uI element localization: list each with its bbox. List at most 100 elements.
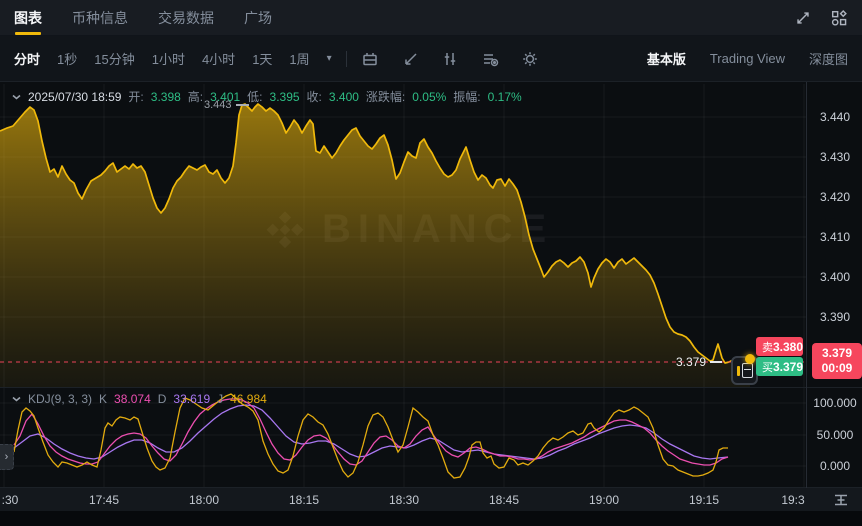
kdj-expand-glyph: › [5,451,9,463]
kdj-collapse-chevron-icon[interactable] [12,396,21,402]
price-line [0,104,750,363]
ohlc-readout: 2025/07/30 18:59 开: 3.398 高: 3.401 低: 3.… [12,88,522,105]
chart-style-icon[interactable] [361,50,379,68]
amplitude-label: 振幅: [453,88,480,105]
tab-square-label: 广场 [244,8,272,28]
axis-tick: 50.000 [807,428,862,442]
tab-coin-info-label: 币种信息 [72,8,128,28]
tab-trading-data-label: 交易数据 [158,8,214,28]
interval-1d[interactable]: 1天 [252,49,272,68]
time-tick: 19:15 [689,493,719,507]
close-value: 3.400 [329,90,359,104]
indicator-list-icon[interactable] [481,50,499,68]
interval-1w[interactable]: 1周 [289,49,309,68]
price-area-fill [0,104,750,388]
view-basic[interactable]: 基本版 [647,49,686,68]
axis-tick: 3.390 [807,310,862,324]
tab-trading-data[interactable]: 交易数据 [158,0,214,35]
kdj-k-label: K [99,392,107,406]
watermark-text: BINANCE [322,207,553,252]
time-tick: 18:00 [189,493,219,507]
sell-price: 3.380 [773,340,803,354]
indicators-icon[interactable] [441,50,459,68]
time-tick: 17:45 [89,493,119,507]
time-tick: 18:45 [489,493,519,507]
interval-time[interactable]: 分时 [14,49,40,68]
binance-logo-icon [262,206,308,252]
kdj-readout: KDJ(9, 3, 3) K 38.074 D 33.619 J 46.984 [12,392,267,406]
axis-tick: 3.400 [807,270,862,284]
time-tick: 19:00 [589,493,619,507]
chart-toolbar: 分时 1秒 15分钟 1小时 4小时 1天 1周 ▾ 基本版 [0,36,862,82]
kdj-d-label: D [158,392,167,406]
interval-1s[interactable]: 1秒 [57,49,77,68]
axis-badge-countdown: 00:09 [822,361,853,376]
settings-gear-icon[interactable] [521,50,539,68]
open-value: 3.398 [151,90,181,104]
interval-dropdown-caret[interactable]: ▾ [327,53,332,64]
time-tick: 18:30 [389,493,419,507]
high-value: 3.401 [210,90,240,104]
interval-4h[interactable]: 4小时 [202,49,235,68]
change-value: 0.05% [412,90,446,104]
kdj-d-line [14,405,728,459]
toolbar-divider [346,51,347,67]
change-label: 涨跌幅: [366,88,405,105]
tab-chart[interactable]: 图表 [14,0,42,35]
time-tick: 18:15 [289,493,319,507]
kdj-k-line [14,399,728,465]
order-icon-doc [742,363,753,378]
last-trade-dot [745,354,755,364]
last-price-line-label: 3.379 [676,355,722,369]
amplitude-value: 0.17% [488,90,522,104]
kdj-j-label: J [217,392,223,406]
close-label: 收: [307,88,322,105]
axis-badge-price: 3.379 [822,346,852,361]
axis-tick: 100.000 [807,396,862,410]
axis-tick: 0.000 [807,459,862,473]
kdj-expand-handle[interactable]: › [0,444,14,470]
gridlines [0,84,806,487]
toolbar-icons [361,50,539,68]
bottom-strip [0,511,862,526]
ohlc-datetime: 2025/07/30 18:59 [28,90,121,104]
trading-chart-app: 图表 币种信息 交易数据 广场 分时 1秒 15分钟 1小时 4小时 1天 1周… [0,0,862,526]
low-value: 3.395 [270,90,300,104]
buy-quote-badge[interactable]: 买 3.379 [756,357,803,376]
view-tradingview[interactable]: Trading View [710,51,785,66]
interval-1h[interactable]: 1小时 [152,49,185,68]
time-tick-labels: :30 17:45 18:00 18:15 18:30 18:45 19:00 19:15 19… [0,488,806,511]
time-tick: 19:3 [781,493,804,507]
axis-tick: 3.420 [807,190,862,204]
kdj-title[interactable]: KDJ(9, 3, 3) [28,392,92,406]
low-label: 低: [247,88,262,105]
pane-separator[interactable] [0,387,862,388]
kdj-j-value: 46.984 [230,392,267,406]
time-axis[interactable]: :30 17:45 18:00 18:15 18:30 18:45 19:00 19:15 19… [0,488,862,511]
buy-price: 3.379 [773,360,803,374]
tab-chart-label: 图表 [14,8,42,28]
binance-watermark: BINANCE [262,206,553,252]
axis-tick: 3.410 [807,230,862,244]
collapse-chevron-icon[interactable] [12,94,21,100]
kdj-d-value: 33.619 [173,392,210,406]
last-price-axis-badge: 3.379 00:09 [812,343,862,379]
high-label: 高: [188,88,203,105]
draw-trendline-icon[interactable] [401,50,419,68]
tab-square[interactable]: 广场 [244,0,272,35]
sell-label: 卖 [762,339,773,355]
order-icon-bar [737,366,740,376]
last-price-line-value: 3.379 [676,355,706,369]
sell-quote-badge[interactable]: 卖 3.380 [756,337,803,356]
price-axis[interactable]: 3.440 3.430 3.420 3.410 3.400 3.390 100.000 50.… [806,82,862,511]
buy-label: 买 [762,359,773,375]
top-nav: 图表 币种信息 交易数据 广场 [0,0,862,36]
axis-tick: 3.430 [807,150,862,164]
kdj-k-value: 38.074 [114,392,151,406]
kdj-j-line [14,394,728,478]
axis-tick: 3.440 [807,110,862,124]
interval-15m[interactable]: 15分钟 [94,49,134,68]
open-label: 开: [128,88,143,105]
tab-coin-info[interactable]: 币种信息 [72,0,128,35]
time-tick: :30 [2,493,19,507]
